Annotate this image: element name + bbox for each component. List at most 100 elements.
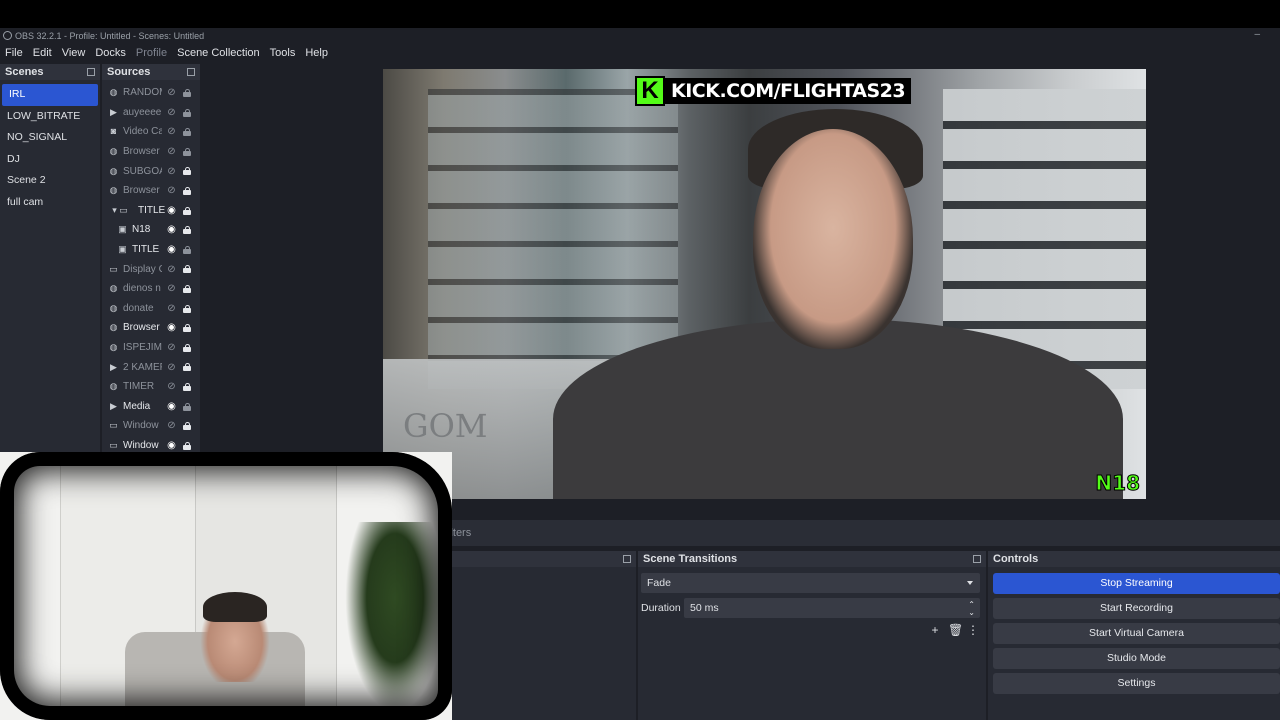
eye-slash-icon[interactable]: ⊘ <box>166 87 177 98</box>
source-item[interactable]: ◍ Browser ⊘ <box>102 181 200 201</box>
eye-icon[interactable]: ◉ <box>166 440 177 451</box>
menu-file[interactable]: File <box>0 45 28 63</box>
browser-icon: ◍ <box>109 342 118 353</box>
menu-edit[interactable]: Edit <box>28 45 57 63</box>
eye-icon[interactable]: ◉ <box>166 322 177 333</box>
scene-item-dj[interactable]: DJ <box>0 149 100 171</box>
duration-spinbox[interactable]: 50 ms ⌃ ⌄ <box>684 598 980 618</box>
scene-item-no-signal[interactable]: NO_SIGNAL <box>0 127 100 149</box>
source-name: Window <box>123 420 159 432</box>
eye-slash-icon[interactable]: ⊘ <box>166 381 177 392</box>
lock-icon[interactable] <box>183 304 191 313</box>
source-item[interactable]: ▶ 2 KAMEF ⊘ <box>102 357 200 377</box>
lock-icon[interactable] <box>183 324 191 333</box>
source-item[interactable]: ▾ ▭ TITLE ◉ <box>102 201 200 221</box>
source-name: Window <box>123 439 159 451</box>
eye-slash-icon[interactable]: ⊘ <box>166 166 177 177</box>
start-virtual-camera-button[interactable]: Start Virtual Camera <box>993 623 1280 644</box>
lock-icon[interactable] <box>183 167 191 176</box>
eye-slash-icon[interactable]: ⊘ <box>166 303 177 314</box>
remove-transition-icon[interactable]: 🗑 <box>948 623 963 637</box>
browser-icon: ◍ <box>109 146 118 157</box>
n18-logo: N18 <box>1095 471 1141 496</box>
undock-icon[interactable] <box>187 68 195 76</box>
lock-icon[interactable] <box>183 226 191 235</box>
minimize-button[interactable]: – <box>1254 29 1260 40</box>
scene-item-low-bitrate[interactable]: LOW_BITRATE <box>0 106 100 128</box>
lock-icon[interactable] <box>183 363 191 372</box>
menu-docks[interactable]: Docks <box>90 45 131 63</box>
stop-streaming-button[interactable]: Stop Streaming <box>993 573 1280 594</box>
undock-icon[interactable] <box>623 555 631 563</box>
source-item[interactable]: ◍ RANDOM ⊘ <box>102 83 200 103</box>
eye-icon[interactable]: ◉ <box>166 401 177 412</box>
controls-title: Controls <box>993 553 1039 565</box>
eye-icon[interactable]: ◉ <box>166 244 177 255</box>
menu-view[interactable]: View <box>57 45 91 63</box>
scene-item-irl[interactable]: IRL <box>2 84 98 106</box>
source-item[interactable]: ▭ Display C ⊘ <box>102 259 200 279</box>
scene-item-full-cam[interactable]: full cam <box>0 192 100 214</box>
source-item[interactable]: ◍ ISPEJIMA ⊘ <box>102 338 200 358</box>
unlock-icon[interactable] <box>183 108 191 117</box>
menu-help[interactable]: Help <box>300 45 333 63</box>
eye-slash-icon[interactable]: ⊘ <box>166 264 177 275</box>
eye-slash-icon[interactable]: ⊘ <box>166 283 177 294</box>
lock-icon[interactable] <box>183 284 191 293</box>
menu-profile[interactable]: Profile <box>131 45 172 63</box>
unlock-icon[interactable] <box>183 245 191 254</box>
menu-scene-collection[interactable]: Scene Collection <box>172 45 265 63</box>
source-item[interactable]: ◍ donate ⊘ <box>102 299 200 319</box>
eye-slash-icon[interactable]: ⊘ <box>166 362 177 373</box>
sources-title: Sources <box>107 66 151 78</box>
eye-slash-icon[interactable]: ⊘ <box>166 342 177 353</box>
eye-slash-icon[interactable]: ⊘ <box>166 107 177 118</box>
eye-icon[interactable]: ◉ <box>166 224 177 235</box>
source-item[interactable]: ◍ Browser ⊘ <box>102 142 200 162</box>
lock-icon[interactable] <box>183 186 191 195</box>
eye-slash-icon[interactable]: ⊘ <box>166 126 177 137</box>
undock-icon[interactable] <box>973 555 981 563</box>
lock-icon[interactable] <box>183 422 191 431</box>
lock-icon[interactable] <box>183 206 191 215</box>
duration-label: Duration <box>641 602 681 614</box>
scene-transitions-dock: Scene Transitions Fade Duration 50 ms ⌃ … <box>638 551 986 720</box>
scene-item-scene-2[interactable]: Scene 2 <box>0 170 100 192</box>
eye-slash-icon[interactable]: ⊘ <box>166 420 177 431</box>
eye-slash-icon[interactable]: ⊘ <box>166 146 177 157</box>
menu-tools[interactable]: Tools <box>265 45 301 63</box>
more-options-icon[interactable]: ⋮ <box>966 623 980 637</box>
start-recording-button[interactable]: Start Recording <box>993 598 1280 619</box>
lock-icon[interactable] <box>183 343 191 352</box>
eye-icon[interactable]: ◉ <box>166 205 177 216</box>
settings-button[interactable]: Settings <box>993 673 1280 694</box>
source-item[interactable]: ▶ Media ◉ <box>102 397 200 417</box>
lock-icon[interactable] <box>183 441 191 450</box>
source-list: ◍ RANDOM ⊘ ▶ auyeeee ⊘ ◙ Video Ca ⊘ ◍ Browser ⊘ ◍ SUB… <box>102 80 200 455</box>
studio-mode-button[interactable]: Studio Mode <box>993 648 1280 669</box>
source-item[interactable]: ▭ Window ⊘ <box>102 416 200 436</box>
unlock-icon[interactable] <box>183 147 191 156</box>
source-item[interactable]: ▣ TITLE ◉ <box>102 240 200 260</box>
media-icon: ▶ <box>110 361 117 372</box>
unlock-icon[interactable] <box>183 402 191 411</box>
lock-icon[interactable] <box>183 382 191 391</box>
source-item[interactable]: ◍ SUBGOA ⊘ <box>102 161 200 181</box>
program-preview[interactable]: GOM K KICK.COM/FLIGHTAS23 N18 <box>383 69 1146 499</box>
add-transition-icon[interactable]: + <box>928 623 942 637</box>
source-item[interactable]: ◍ Browser ◉ <box>102 318 200 338</box>
unlock-icon[interactable] <box>183 89 191 97</box>
browser-icon: ◍ <box>109 322 118 333</box>
source-item[interactable]: ▶ auyeeee ⊘ <box>102 103 200 123</box>
source-item[interactable]: ◍ TIMER ⊘ <box>102 377 200 397</box>
source-item[interactable]: ◙ Video Ca ⊘ <box>102 122 200 142</box>
source-item[interactable]: ◍ dienos n ⊘ <box>102 279 200 299</box>
transition-select[interactable]: Fade <box>641 573 980 593</box>
source-item[interactable]: ▣ N18 ◉ <box>102 220 200 240</box>
lock-icon[interactable] <box>183 265 191 274</box>
undock-icon[interactable] <box>87 68 95 76</box>
unlock-icon[interactable] <box>183 128 191 137</box>
spin-down-icon[interactable]: ⌄ <box>968 609 975 617</box>
window-icon: ▭ <box>109 439 118 450</box>
eye-slash-icon[interactable]: ⊘ <box>166 185 177 196</box>
